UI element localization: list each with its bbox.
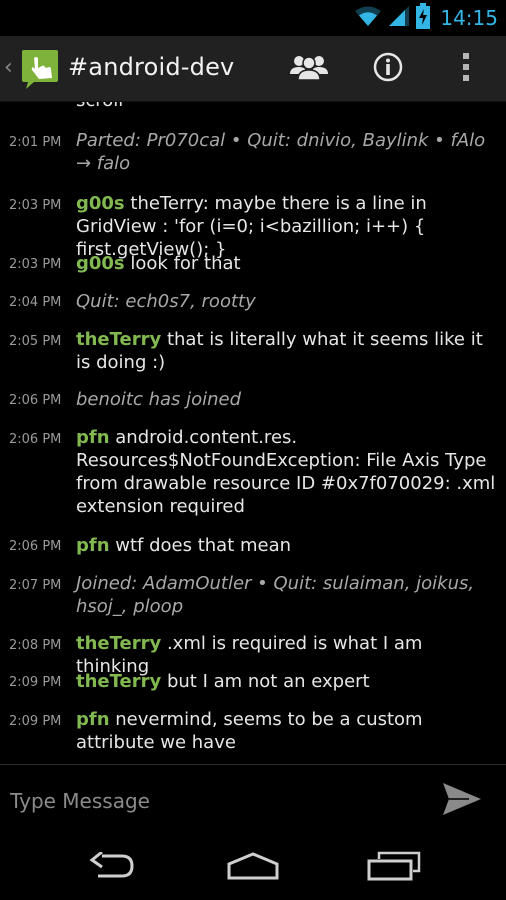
message-body: pfn wtf does that mean — [76, 534, 500, 557]
message-body: Joined: AdamOutler • Quit: sulaiman, joi… — [76, 572, 500, 618]
recent-apps-icon — [367, 851, 421, 885]
up-caret-icon[interactable]: ‹ — [4, 56, 13, 80]
message-list[interactable]: scroll 2:01 PM Parted: Pr070cal • Quit: d… — [0, 102, 506, 764]
overflow-menu-button[interactable] — [440, 36, 492, 102]
message-timestamp: 2:05 PM — [9, 334, 62, 349]
message-body: Quit: ech0s7, rootty — [76, 290, 500, 313]
message-body: theTerry but I am not an expert — [76, 670, 500, 693]
event-text: Quit: ech0s7, rootty — [76, 291, 256, 312]
overflow-menu-icon — [462, 52, 470, 86]
message-timestamp: 2:09 PM — [9, 714, 62, 729]
message-body: pfn android.content.res. Resources$NotFo… — [76, 426, 500, 518]
input-bar — [0, 764, 506, 836]
home-button[interactable] — [213, 844, 293, 892]
message-timestamp: 2:06 PM — [9, 432, 62, 447]
back-button[interactable] — [72, 844, 152, 892]
app-logo-icon[interactable] — [20, 48, 60, 90]
home-icon — [226, 852, 280, 884]
action-bar: ‹ #android-dev — [0, 36, 506, 102]
message-body: benoitc has joined — [76, 388, 500, 411]
users-button[interactable] — [280, 36, 338, 102]
message-timestamp: 2:09 PM — [9, 675, 62, 690]
message-nick[interactable]: pfn — [76, 709, 110, 730]
message-body: pfn nevermind, seems to be a custom attr… — [76, 708, 500, 754]
message-nick[interactable]: g00s — [76, 193, 125, 214]
status-bar: 14:15 — [0, 0, 506, 36]
status-icons: 14:15 — [354, 3, 498, 33]
navigation-bar — [0, 836, 506, 900]
message-timestamp: 2:03 PM — [9, 257, 62, 272]
message-body: Parted: Pr070cal • Quit: dnivio, Baylink… — [76, 129, 500, 175]
channel-title: #android-dev — [68, 53, 235, 81]
back-icon — [88, 850, 136, 884]
message-text: theTerry: maybe there is a line in GridV… — [76, 193, 427, 260]
status-clock: 14:15 — [440, 6, 498, 30]
message-text: nevermind, seems to be a custom attribut… — [76, 709, 423, 753]
event-text: benoitc has joined — [76, 389, 242, 410]
message-nick[interactable]: theTerry — [76, 671, 161, 692]
message-text: look for that — [130, 253, 241, 274]
message-body: g00s theTerry: maybe there is a line in … — [76, 192, 500, 261]
users-icon — [289, 52, 329, 86]
message-nick[interactable]: theTerry — [76, 329, 161, 350]
message-timestamp: 2:01 PM — [9, 135, 62, 150]
info-icon — [373, 52, 403, 86]
message-timestamp: 2:04 PM — [9, 295, 62, 310]
message-nick[interactable]: theTerry — [76, 633, 161, 654]
partial-message-text: scroll — [76, 102, 123, 111]
message-text: but I am not an expert — [166, 671, 370, 692]
message-text: wtf does that mean — [115, 535, 292, 556]
message-text: android.content.res. Resources$NotFoundE… — [76, 427, 496, 517]
message-timestamp: 2:08 PM — [9, 638, 62, 653]
message-body: theTerry that is literally what it seems… — [76, 328, 500, 374]
event-text: Joined: AdamOutler • Quit: sulaiman, joi… — [76, 573, 475, 617]
message-timestamp: 2:06 PM — [9, 393, 62, 408]
message-timestamp: 2:06 PM — [9, 539, 62, 554]
recent-apps-button[interactable] — [354, 844, 434, 892]
message-input[interactable] — [10, 785, 410, 817]
message-timestamp: 2:07 PM — [9, 578, 62, 593]
message-nick[interactable]: g00s — [76, 253, 125, 274]
message-nick[interactable]: pfn — [76, 535, 110, 556]
message-body: g00s look for that — [76, 252, 500, 275]
send-icon — [441, 781, 483, 821]
event-text: Parted: Pr070cal • Quit: dnivio, Baylink… — [76, 130, 486, 174]
send-button[interactable] — [438, 779, 486, 823]
battery-charging-icon — [416, 3, 431, 33]
signal-icon — [388, 5, 410, 31]
message-nick[interactable]: pfn — [76, 427, 110, 448]
message-timestamp: 2:03 PM — [9, 198, 62, 213]
info-button[interactable] — [360, 36, 416, 102]
wifi-icon — [354, 5, 382, 31]
